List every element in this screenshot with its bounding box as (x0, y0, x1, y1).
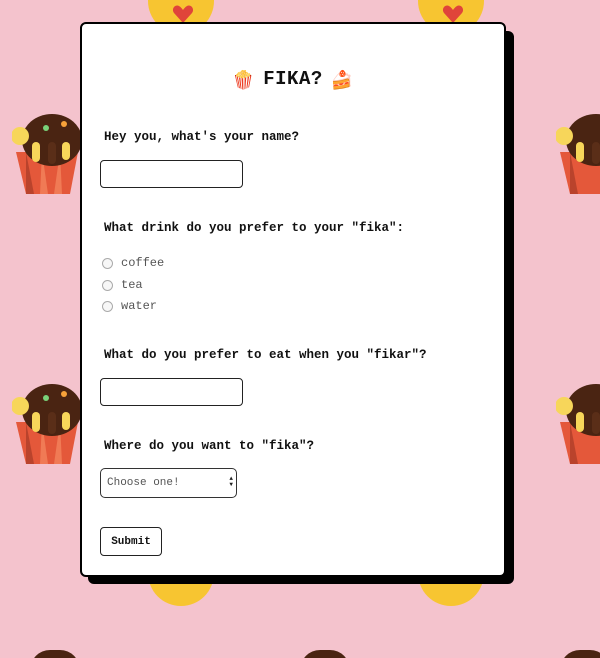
title-text: FIKA? (263, 68, 323, 90)
cupcake-icon (12, 114, 82, 194)
eat-question-label: What do you prefer to eat when you "fika… (104, 348, 427, 362)
cake-icon: 🍰 (330, 72, 354, 92)
heart-icon (172, 5, 194, 23)
name-input[interactable] (100, 160, 243, 188)
popcorn-icon: 🍿 (232, 72, 256, 92)
cupcake-icon (556, 384, 600, 464)
drink-option-coffee[interactable]: coffee (102, 255, 164, 271)
select-arrows-icon: ▲ ▼ (229, 475, 233, 488)
radio-button[interactable] (102, 257, 113, 269)
drink-question-label: What drink do you prefer to your "fika": (104, 221, 405, 235)
eat-input[interactable] (100, 378, 243, 406)
cupcake-icon (300, 650, 350, 658)
submit-button[interactable]: Submit (100, 527, 162, 556)
name-question-label: Hey you, what's your name? (104, 130, 300, 144)
drink-option-label: water (121, 299, 158, 313)
page-title: 🍿 FIKA? 🍰 (82, 68, 504, 92)
drink-option-label: coffee (121, 256, 165, 270)
drink-option-label: tea (121, 278, 143, 292)
radio-button[interactable] (102, 300, 113, 312)
cupcake-icon (12, 384, 82, 464)
where-select[interactable]: Choose one! ▲ ▼ (100, 468, 237, 498)
drink-option-tea[interactable]: tea (102, 277, 143, 293)
where-question-label: Where do you want to "fika"? (104, 439, 315, 453)
cupcake-icon (560, 650, 600, 658)
drink-option-water[interactable]: water (102, 298, 157, 314)
fika-form: 🍿 FIKA? 🍰 Hey you, what's your name? What … (80, 22, 506, 577)
heart-icon (442, 5, 464, 23)
cupcake-icon (556, 114, 600, 194)
cupcake-icon (30, 650, 80, 658)
select-value: Choose one! (107, 477, 180, 489)
radio-button[interactable] (102, 279, 113, 291)
